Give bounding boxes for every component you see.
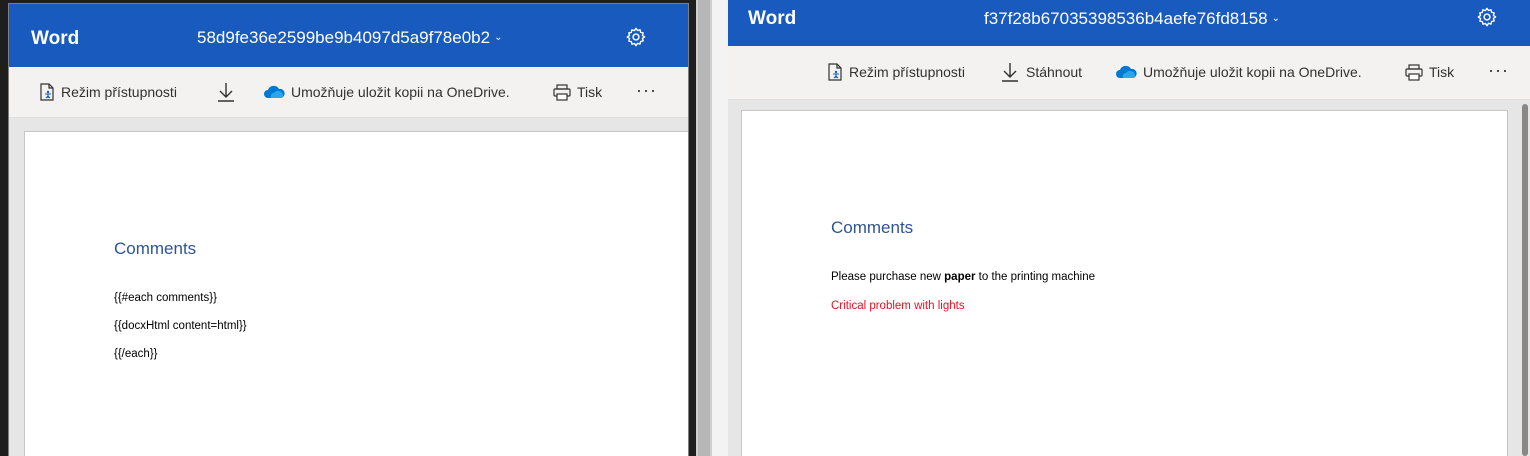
accessibility-mode-button[interactable]: Režim přístupnosti [827,60,965,84]
print-label: Tisk [1429,64,1455,80]
accessibility-mode-label: Režim přístupnosti [61,84,177,100]
onedrive-cloud-icon [264,85,285,98]
save-copy-onedrive-label: Umožňuje uložit kopii na OneDrive. [1143,64,1362,80]
comment-line-red: Critical problem with lights [831,300,965,312]
app-name: Word [748,8,797,29]
comment-text-start: Please purchase new [831,271,945,283]
save-copy-onedrive-label: Umožňuje uložit kopii na OneDrive. [291,84,510,100]
right-word-window: Word f37f28b67035398536b4aefe76fd8158 ⌄ R… [728,0,1530,456]
save-copy-onedrive-button[interactable]: Umožňuje uložit kopii na OneDrive. [1115,60,1362,84]
gear-icon[interactable] [1476,6,1498,28]
chevron-down-icon: ⌄ [1271,13,1281,24]
more-options-button[interactable]: ··· [1488,58,1509,82]
download-icon [1002,63,1018,82]
print-button[interactable]: Tisk [1405,60,1454,84]
doc-line: {{#each comments}} [114,292,217,304]
app-name: Word [31,28,80,49]
print-label: Tisk [577,84,603,100]
accessibility-icon [828,63,842,81]
comment-text-end: to the printing machine [975,271,1096,283]
download-icon [218,83,234,102]
onedrive-cloud-icon [1116,65,1137,78]
title-bar: Word 58d9fe36e2599be9b4097d5a9f78e0b2 ⌄ [9,4,688,67]
document-title: 58d9fe36e2599be9b4097d5a9f78e0b2 [197,28,491,47]
accessibility-mode-label: Režim přístupnosti [849,64,965,80]
print-button[interactable]: Tisk [553,80,602,104]
accessibility-mode-button[interactable]: Režim přístupnosti [39,80,177,104]
more-options-icon: ··· [1488,59,1509,80]
save-copy-onedrive-button[interactable]: Umožňuje uložit kopii na OneDrive. [263,80,510,104]
download-button[interactable] [216,80,242,104]
doc-heading: Comments [114,239,197,258]
left-word-window: Word 58d9fe36e2599be9b4097d5a9f78e0b2 ⌄ R… [0,0,696,456]
toolbar: Režim přístupnosti Umožňuje uložit kopii… [9,67,688,118]
printer-icon [1405,63,1423,81]
document-title-dropdown[interactable]: 58d9fe36e2599be9b4097d5a9f78e0b2 ⌄ [197,28,502,48]
document-page: Comments Please purchase new paper to th… [741,110,1508,456]
doc-line: {{/each}} [114,348,158,360]
left-window-frame: Word 58d9fe36e2599be9b4097d5a9f78e0b2 ⌄ R… [8,3,689,456]
doc-line: {{docxHtml content=html}} [114,320,247,332]
download-label: Stáhnout [1026,64,1083,80]
more-options-button[interactable]: ··· [636,78,657,102]
doc-heading: Comments [831,218,914,237]
document-title: f37f28b67035398536b4aefe76fd8158 [984,9,1268,28]
toolbar: Režim přístupnosti Stáhnout Umožňuje ulo… [728,46,1530,100]
comment-bold-word: paper [944,271,976,283]
pane-divider [712,0,728,456]
comment-line: Please purchase new paper to the printin… [831,271,1095,283]
download-button[interactable]: Stáhnout [1000,60,1082,84]
gear-icon[interactable] [625,26,647,48]
outer-scrollbar[interactable] [696,0,712,456]
document-page: Comments {{#each comments}} {{docxHtml c… [24,131,688,456]
accessibility-icon [40,83,54,101]
document-scrollbar[interactable] [1520,100,1530,456]
document-title-dropdown[interactable]: f37f28b67035398536b4aefe76fd8158 ⌄ [984,9,1280,29]
printer-icon [553,83,571,101]
chevron-down-icon: ⌄ [494,32,503,43]
document-scrollbar-thumb[interactable] [1522,104,1528,456]
outer-scrollbar-thumb[interactable] [698,0,710,456]
more-options-icon: ··· [636,79,657,100]
title-bar: Word f37f28b67035398536b4aefe76fd8158 ⌄ [728,0,1530,46]
